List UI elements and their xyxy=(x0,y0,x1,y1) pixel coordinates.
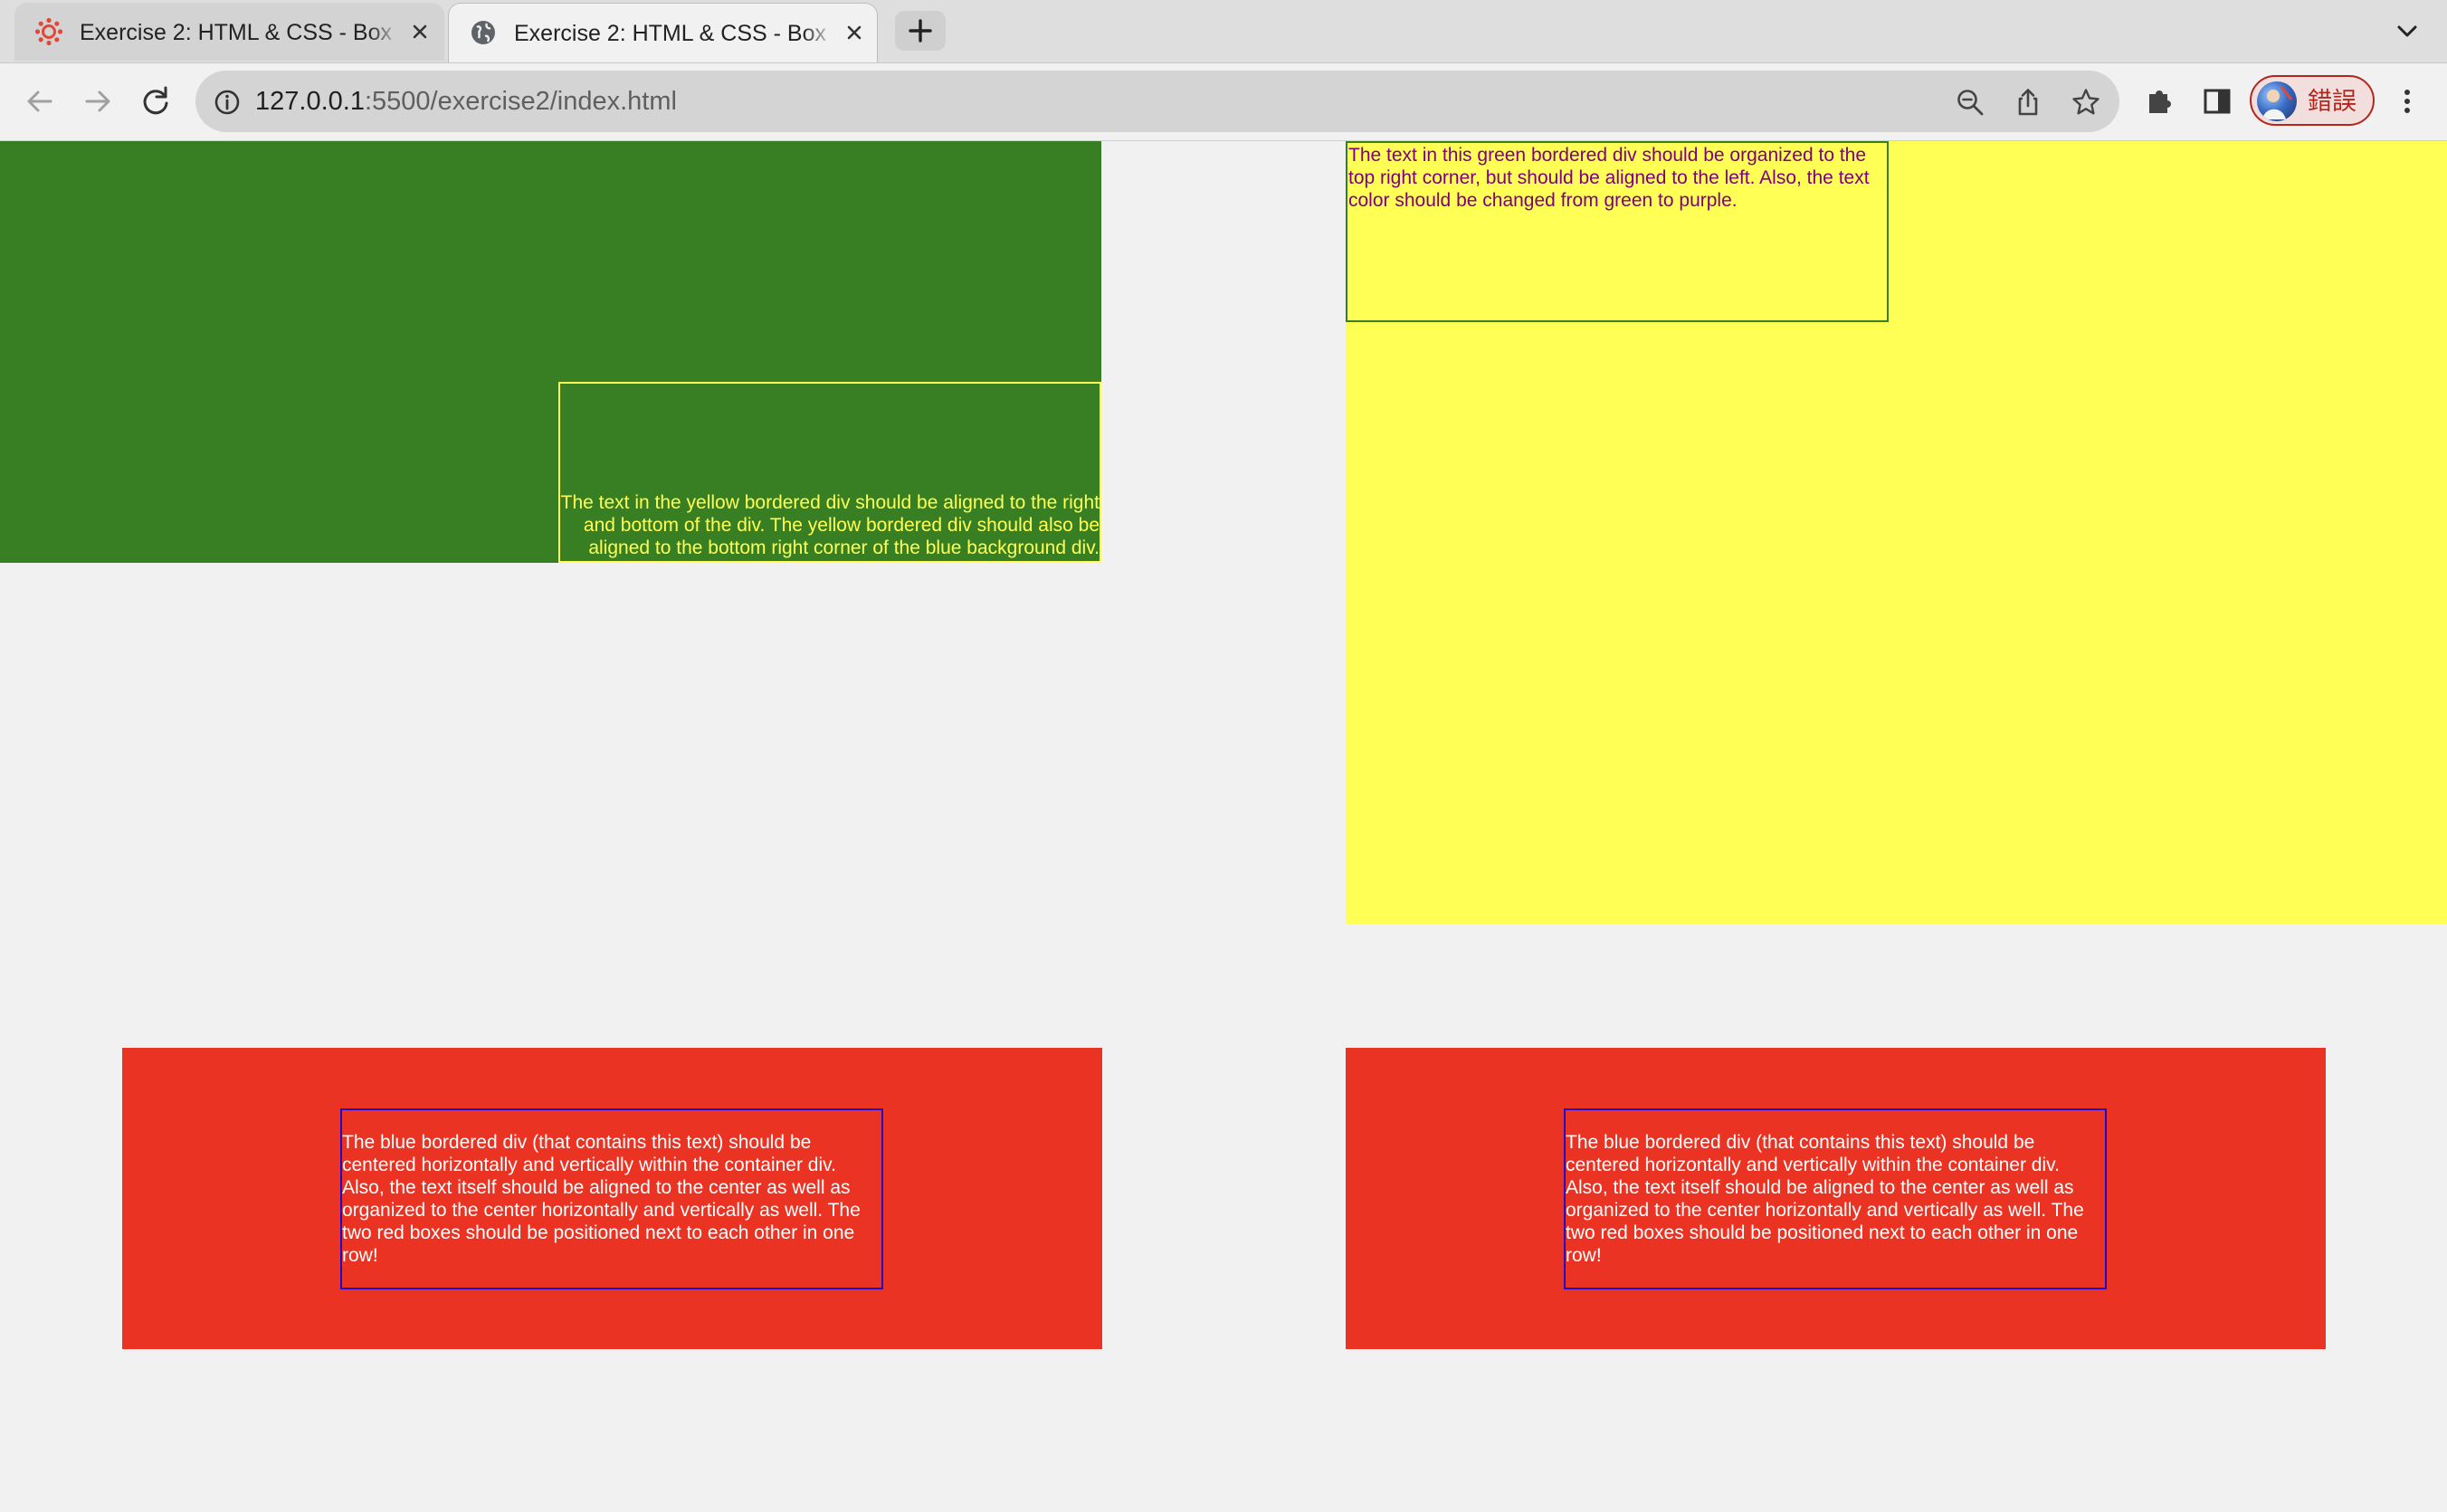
tab-exercise-2-active[interactable]: Exercise 2: HTML & CSS - Box Model xyxy=(448,3,878,62)
tab-strip: Exercise 2: HTML & CSS - Box Model Exerc… xyxy=(0,0,2447,63)
more-vert-icon xyxy=(2404,90,2410,113)
green-background-box: The text in the yellow bordered div shou… xyxy=(0,141,1101,563)
side-panel-button[interactable] xyxy=(2197,81,2237,121)
tab-title: Exercise 2: HTML & CSS - Box Model xyxy=(80,17,401,48)
profile-button[interactable]: 錯誤 xyxy=(2250,75,2375,126)
menu-button[interactable] xyxy=(2387,81,2427,121)
url-path: :5500/exercise2/index.html xyxy=(364,87,677,116)
tab-search-button[interactable] xyxy=(2389,16,2425,47)
red-box: The blue bordered div (that contains thi… xyxy=(122,1048,1102,1349)
puzzle-icon xyxy=(2149,90,2171,113)
profile-label: 錯誤 xyxy=(2308,88,2357,115)
page-viewport: The text in the yellow bordered div shou… xyxy=(0,141,2447,1512)
browser-toolbar: 127.0.0.1:5500/exercise2/index.html 錯誤 xyxy=(0,63,2447,141)
canvas-lms-icon xyxy=(34,17,63,46)
chevron-down-icon xyxy=(2397,25,2417,37)
share-icon[interactable] xyxy=(2013,87,2043,118)
extensions-button[interactable] xyxy=(2139,81,2179,121)
tab-title: Exercise 2: HTML & CSS - Box Model xyxy=(514,18,835,49)
blue-bordered-div: The blue bordered div (that contains thi… xyxy=(340,1108,883,1289)
plus-icon xyxy=(909,19,932,43)
avatar xyxy=(2257,81,2297,121)
green-bordered-text: The text in this green bordered div shou… xyxy=(1348,145,1870,211)
new-tab-button[interactable] xyxy=(895,11,946,51)
blue-bordered-text: The blue bordered div (that contains thi… xyxy=(1566,1132,2084,1266)
reload-icon xyxy=(143,86,168,115)
globe-icon xyxy=(469,18,498,47)
back-button[interactable] xyxy=(20,81,60,121)
address-bar[interactable]: 127.0.0.1:5500/exercise2/index.html xyxy=(195,71,2119,132)
red-box: The blue bordered div (that contains thi… xyxy=(1346,1048,2326,1349)
arrow-right-icon xyxy=(85,90,110,112)
green-bordered-div: The text in this green bordered div shou… xyxy=(1346,141,1889,322)
side-panel-icon xyxy=(2204,89,2231,114)
yellow-background-box: The text in this green bordered div shou… xyxy=(1346,141,2447,924)
info-icon[interactable] xyxy=(214,89,241,116)
star-icon[interactable] xyxy=(2071,87,2101,118)
forward-button[interactable] xyxy=(78,81,118,121)
yellow-bordered-text: The text in the yellow bordered div shou… xyxy=(560,492,1100,558)
blue-bordered-text: The blue bordered div (that contains thi… xyxy=(342,1132,861,1266)
close-icon[interactable] xyxy=(407,19,433,44)
yellow-bordered-div: The text in the yellow bordered div shou… xyxy=(558,382,1101,563)
url-host: 127.0.0.1 xyxy=(255,87,365,116)
reload-button[interactable] xyxy=(136,81,176,121)
tab-exercise-2-inactive[interactable]: Exercise 2: HTML & CSS - Box Model xyxy=(14,3,444,61)
arrow-left-icon xyxy=(27,90,52,112)
url-text[interactable]: 127.0.0.1:5500/exercise2/index.html xyxy=(255,85,677,118)
zoom-out-icon[interactable] xyxy=(1955,87,1985,118)
blue-bordered-div: The blue bordered div (that contains thi… xyxy=(1564,1108,2107,1289)
close-icon[interactable] xyxy=(842,20,867,45)
